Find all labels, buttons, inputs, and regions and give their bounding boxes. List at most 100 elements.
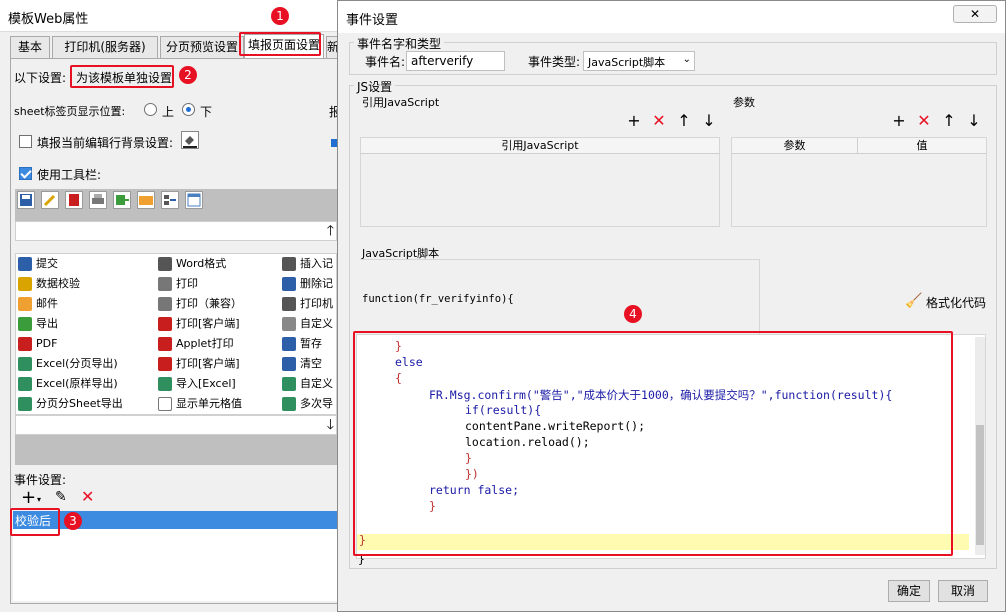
param-up-icon[interactable]: ↑ [940, 113, 958, 129]
ok-button[interactable]: 确定 [888, 580, 930, 602]
grid-button-icon [18, 397, 32, 411]
event-type-value: JavaScript脚本 [588, 56, 666, 69]
grid-button[interactable]: 提交 [18, 254, 156, 274]
arrow-down-icon[interactable]: ↓ [700, 113, 718, 129]
grid-button[interactable]: Excel(分页导出) [18, 354, 156, 374]
ref-js-legend: 引用JavaScript [362, 96, 440, 109]
ref-js-table: 引用JavaScript [360, 137, 720, 227]
event-list-selected-row[interactable]: 校验后 [13, 511, 337, 529]
delete-icon[interactable]: ✕ [81, 487, 94, 506]
grid-button[interactable]: PDF [18, 334, 156, 354]
grid-button[interactable]: 打印机 [282, 294, 336, 314]
grid-button-icon [18, 297, 32, 311]
bg-setting-label: 填报当前编辑行背景设置: [37, 136, 174, 150]
grid-button-label: 自定义 [300, 317, 333, 330]
editor-scroll-thumb[interactable] [976, 425, 984, 545]
event-name-input[interactable] [406, 51, 505, 71]
export-icon[interactable] [113, 191, 131, 209]
grid-button[interactable]: 自定义 [282, 374, 336, 394]
grid-button-icon [282, 337, 296, 351]
verify-icon[interactable] [41, 191, 59, 209]
grid-button-icon [18, 337, 32, 351]
arrow-up-icon[interactable]: ↑ [675, 113, 693, 129]
grid-button[interactable]: 分页分Sheet导出 [18, 394, 156, 414]
grid-button[interactable]: 显示单元格值 [158, 394, 296, 414]
use-toolbar-checkbox[interactable] [19, 167, 32, 180]
grid-button-icon [158, 297, 172, 311]
toolbar-preview [15, 189, 337, 221]
window-title: 模板Web属性 [8, 12, 89, 27]
grid-button-icon [282, 357, 296, 371]
grid-button-label: 数据校验 [36, 277, 80, 290]
params-header-name: 参数 [732, 138, 858, 154]
grid-button[interactable]: 数据校验 [18, 274, 156, 294]
annotation-badge-1: 1 [271, 7, 289, 25]
arrow-up-icon[interactable]: 🡑 [327, 222, 334, 240]
grid-scroll-bottom[interactable]: 🡓 [15, 415, 337, 435]
save-icon[interactable] [17, 191, 35, 209]
annotation-badge-3: 3 [64, 512, 82, 530]
cancel-button[interactable]: 取消 [938, 580, 988, 602]
grid-button[interactable]: 插入记 [282, 254, 336, 274]
paint-bucket-icon[interactable] [181, 131, 199, 149]
arrow-down-icon[interactable]: 🡓 [327, 416, 334, 434]
delete-row-icon[interactable] [161, 191, 179, 209]
grid-button-label: 插入记 [300, 257, 333, 270]
editor-scrollbar[interactable] [975, 337, 985, 555]
format-code-button[interactable]: 格式化代码 [926, 294, 986, 311]
grid-button[interactable]: 打印[客户端] [158, 314, 296, 334]
print-icon[interactable] [89, 191, 107, 209]
dropdown-caret-icon[interactable]: ▾ [37, 495, 41, 504]
grid-button[interactable]: 多次导 [282, 394, 336, 414]
grid-button-icon [18, 257, 32, 271]
pdf-icon[interactable] [65, 191, 83, 209]
grid-scroll-top[interactable]: 🡑 [15, 221, 337, 241]
grid-button[interactable]: Applet打印 [158, 334, 296, 354]
window-icon[interactable] [185, 191, 203, 209]
grid-button[interactable]: 导入[Excel] [158, 374, 296, 394]
param-down-icon[interactable]: ↓ [965, 113, 983, 129]
close-icon: ✕ [969, 7, 981, 21]
grid-button-label: 打印机 [300, 297, 333, 310]
add-param-icon[interactable]: + [890, 113, 908, 129]
radio-bottom-label: 下 [200, 105, 213, 119]
grid-button[interactable]: 清空 [282, 354, 336, 374]
bg-setting-checkbox[interactable] [19, 135, 32, 148]
annotation-box-4 [353, 331, 953, 556]
grid-button[interactable]: 自定义 [282, 314, 336, 334]
add-icon[interactable]: + [625, 113, 643, 129]
grid-button[interactable]: 删除记 [282, 274, 336, 294]
grid-button-icon [158, 357, 172, 371]
grid-button-icon [158, 377, 172, 391]
tab-basic[interactable]: 基本 [10, 36, 50, 58]
grid-button-icon [18, 377, 32, 391]
grid-button[interactable]: 打印 [158, 274, 296, 294]
broom-icon: 🧹 [905, 293, 923, 309]
radio-top[interactable] [144, 103, 157, 116]
ref-js-header: 引用JavaScript [361, 138, 719, 154]
grid-button[interactable]: 邮件 [18, 294, 156, 314]
event-type-select[interactable]: JavaScript脚本 ⌄ [583, 51, 695, 71]
event-list [13, 529, 337, 601]
grid-button[interactable]: 打印（兼容） [158, 294, 296, 314]
edit-icon[interactable]: ✎ [55, 489, 67, 505]
tab-printer-server[interactable]: 打印机(服务器) [52, 36, 158, 58]
grid-button[interactable]: 导出 [18, 314, 156, 334]
grid-button[interactable]: Word格式 [158, 254, 296, 274]
radio-bottom[interactable] [182, 103, 195, 116]
delete-icon[interactable]: ✕ [650, 113, 668, 129]
grid-button-icon [282, 397, 296, 411]
grid-button-icon [18, 357, 32, 371]
delete-param-icon[interactable]: ✕ [915, 113, 933, 129]
grid-button[interactable]: Excel(原样导出) [18, 374, 156, 394]
grid-button[interactable]: 打印[客户端] [158, 354, 296, 374]
add-event-icon[interactable]: + [21, 489, 36, 507]
grid-button-icon [18, 277, 32, 291]
close-button[interactable]: ✕ [953, 5, 997, 23]
grid-button-label: 提交 [36, 257, 58, 270]
mail-icon[interactable] [137, 191, 155, 209]
toolbar-preview-bottom [15, 435, 337, 465]
tab-page-preview[interactable]: 分页预览设置 [160, 36, 244, 58]
grid-button[interactable]: 暂存 [282, 334, 336, 354]
settings-label: 以下设置: [14, 71, 67, 85]
